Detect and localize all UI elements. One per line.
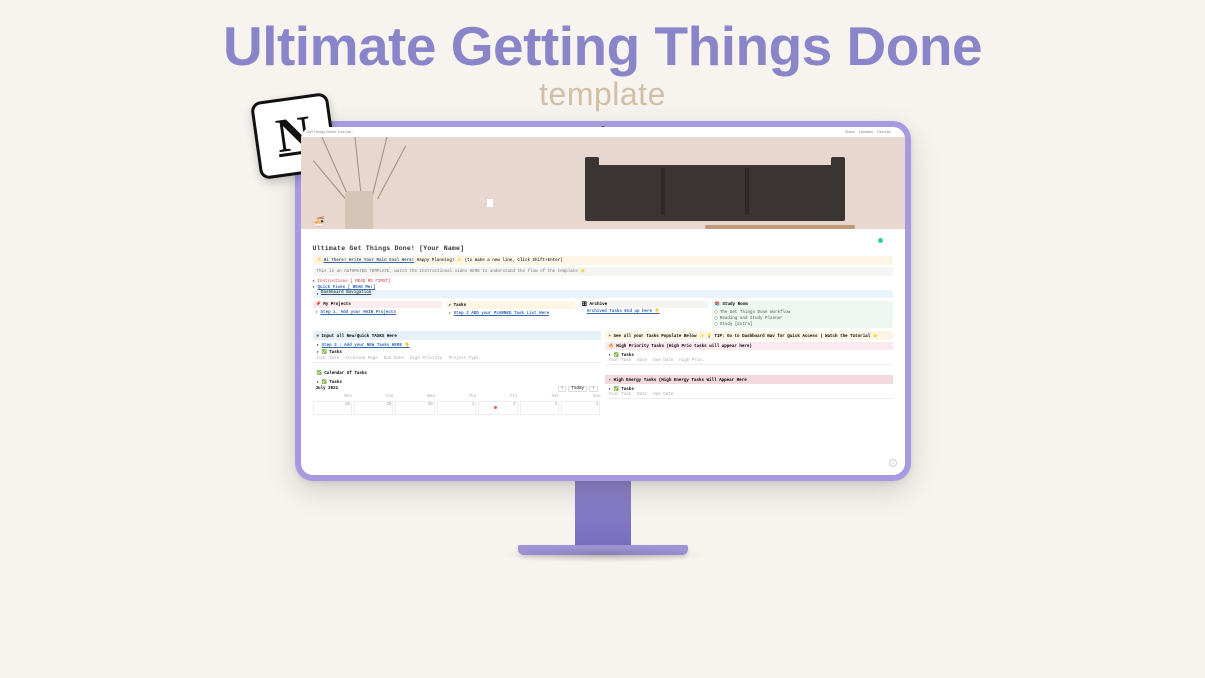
panel-archive[interactable]: 🗄 Archive ◦ Archived Tasks End up here 👇 (579, 301, 708, 328)
share-button[interactable]: Share (845, 130, 855, 134)
favorite-button[interactable]: Favorite (877, 130, 891, 134)
screen: Get Things Done! Your Na… Share Updates … (301, 127, 905, 475)
toggle-dashboard-nav[interactable]: ▸ Dashboard Navigation (313, 290, 893, 298)
heading-calendar: ✅ Calendar Of Tasks (313, 369, 601, 377)
calendar-prev[interactable]: ‹ (558, 386, 567, 392)
tasks-db-title[interactable]: ▸ ✅ Tasks (313, 348, 601, 356)
panel-study[interactable]: 📚 Study Room ▢ The Get Things Done Workf… (712, 301, 893, 328)
hero-title: Ultimate Getting Things Done (223, 14, 982, 78)
tasks-columns: Your TaskArchived PageDue DateHigh Prior… (313, 356, 601, 363)
page-icon[interactable]: 🍜 (313, 217, 325, 228)
more-button[interactable]: … (895, 130, 899, 134)
heading-high-energy: ⚡ High Energy Tasks (High Energy Tasks W… (605, 375, 893, 384)
breadcrumb[interactable]: Get Things Done! Your Na… (307, 130, 355, 134)
monitor-neck (575, 481, 631, 545)
calendar-days: 2829301234 (313, 401, 601, 415)
calendar-weekdays: MonTueWedThuFriSatSun (313, 395, 601, 399)
panel-projects[interactable]: 📌 My Projects ▸ Step 1. Add your MAIN Pr… (313, 301, 442, 328)
monitor-frame: N Get Things Done! Your Na… Share Update… (295, 121, 911, 481)
callout-main[interactable]: ✨ Hi There! Write Your Main Goal Here! H… (313, 256, 893, 265)
right-column: ☀ See all your Tasks Populate Below ✨ 💡 … (605, 331, 893, 415)
calendar-today[interactable]: Today (568, 386, 587, 392)
status-indicator-icon (878, 238, 883, 243)
energy-columns: Your TaskDateDue Date (605, 392, 893, 399)
heading-high-priority: 🔥 High Priority Tasks (High Prio tasks w… (605, 342, 893, 350)
callout-sub: This is an AUTOMATED TEMPLATE, watch the… (313, 267, 893, 276)
heading-input-tasks: ❄ Input all New/Quick TASKS Here (313, 331, 601, 340)
calendar-next[interactable]: › (589, 386, 598, 392)
panel-tasks[interactable]: ✔ Tasks ▸ Step 2 ADD your PLANNED Task L… (446, 301, 575, 328)
help-button[interactable]: ? (889, 459, 897, 467)
tip-banner: ☀ See all your Tasks Populate Below ✨ 💡 … (605, 331, 893, 340)
window-topbar: Get Things Done! Your Na… Share Updates … (301, 127, 905, 137)
hero-subtitle: template (539, 76, 666, 113)
quad-row: 📌 My Projects ▸ Step 1. Add your MAIN Pr… (313, 301, 893, 328)
calendar-month[interactable]: July 2021 (316, 387, 339, 391)
left-column: ❄ Input all New/Quick TASKS Here ▸ Step … (313, 331, 601, 415)
prio-columns: Your TaskDateDue DateHigh Prio… (605, 358, 893, 365)
cover-image (301, 137, 905, 229)
updates-button[interactable]: Updates (859, 130, 873, 134)
page-title[interactable]: Ultimate Get Things Done! [Your Name] (313, 245, 893, 252)
